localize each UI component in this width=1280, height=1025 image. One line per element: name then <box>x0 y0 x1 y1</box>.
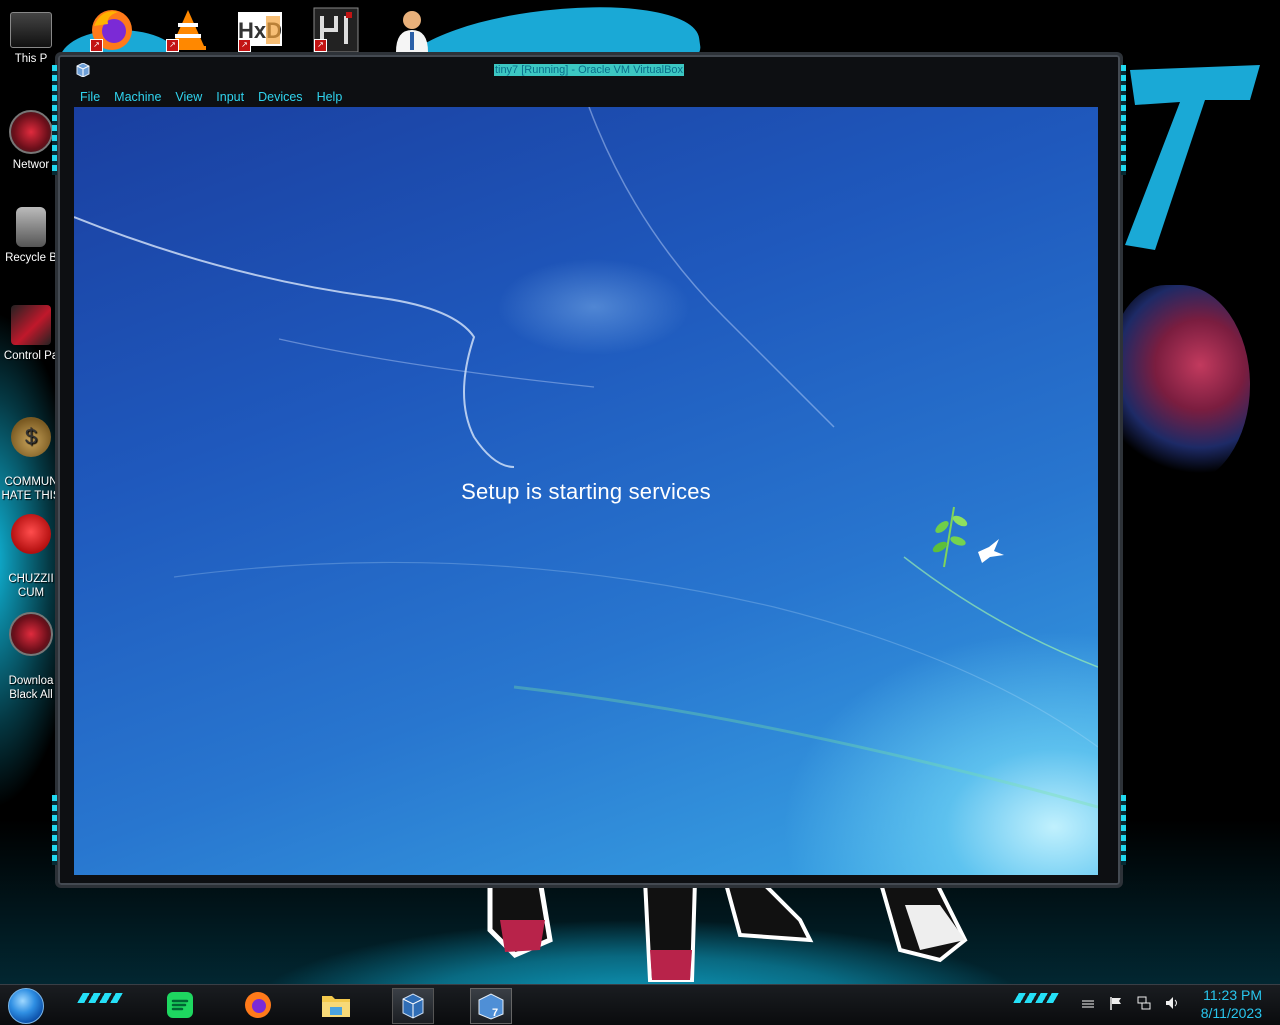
taskbar: 7 11:23 PM 8/11/2023 <box>0 984 1280 1025</box>
desktop-icon-label: Networ <box>12 159 50 171</box>
control-panel-icon <box>11 305 51 345</box>
desktop-icon-label: Downloa Black All <box>8 675 54 701</box>
system-tray <box>1080 995 1180 1011</box>
file-explorer-icon <box>322 996 350 1017</box>
start-button[interactable] <box>8 988 44 1024</box>
recycle-bin-icon <box>16 207 46 247</box>
clock-date: 8/11/2023 <box>1200 1005 1262 1021</box>
shortcut-arrow-icon: ↗ <box>314 39 327 52</box>
menu-bar: File Machine View Input Devices Help <box>71 87 347 107</box>
window-title: tiny7 [Running] - Oracle VM VirtualBox <box>58 61 1120 79</box>
desktop-icon-recycle-bin[interactable]: Recycle B <box>0 207 62 265</box>
shortcut-arrow-icon: ↗ <box>166 39 179 52</box>
this-pc-icon <box>10 12 52 48</box>
desktop-icon-label: Control Pa <box>3 350 59 362</box>
desktop-icon-label: Recycle B <box>5 252 57 264</box>
show-hidden-icons-icon[interactable] <box>1080 995 1096 1011</box>
chuzzle-icon <box>11 514 51 554</box>
desktop-icon-label: This P <box>14 53 48 65</box>
setup-status-message: Setup is starting services <box>461 479 711 504</box>
menu-file[interactable]: File <box>71 87 105 107</box>
desktop-icon-label: CHUZZII CUM <box>8 573 54 599</box>
virtualbox-window: tiny7 [Running] - Oracle VM VirtualBox F… <box>52 52 1126 888</box>
maze-icon[interactable]: ↗ <box>312 6 360 53</box>
taskbar-app-spotify[interactable] <box>160 988 200 1022</box>
menu-devices[interactable]: Devices <box>249 87 307 107</box>
taskbar-app-virtualbox[interactable] <box>392 988 434 1024</box>
wallpaper-legs <box>487 880 968 982</box>
taskbar-clock[interactable]: 11:23 PM 8/11/2023 <box>1201 986 1262 1022</box>
download-icon <box>9 612 53 656</box>
network-icon[interactable] <box>1136 995 1152 1011</box>
desktop-icon-communists[interactable]: $ COMMUN HATE THIS <box>0 403 62 503</box>
leaf-sprig <box>932 506 968 568</box>
spotify-icon <box>167 992 193 1018</box>
menu-machine[interactable]: Machine <box>105 87 166 107</box>
desktop-icon-this-pc[interactable]: This P <box>0 12 62 66</box>
firefox-icon[interactable]: ↗ <box>88 6 136 52</box>
windows7-vm-icon: 7 <box>478 993 504 1020</box>
volume-icon[interactable] <box>1164 995 1180 1011</box>
window-title-text: tiny7 [Running] - Oracle VM VirtualBox <box>493 64 685 76</box>
clock-time: 11:23 PM <box>1203 987 1262 1003</box>
hxd-icon[interactable]: HxD ↗ <box>236 6 284 52</box>
window-frame-decoration <box>1121 65 1126 175</box>
doctor-icon[interactable] <box>388 6 436 52</box>
wallpaper-seven-graphic <box>1125 65 1260 250</box>
window-frame-decoration <box>1121 795 1126 865</box>
firefox-icon <box>245 992 271 1018</box>
desktop-icon-chuzzle[interactable]: CHUZZII CUM <box>0 500 62 600</box>
taskbar-decoration <box>77 993 123 1003</box>
wallpaper-character <box>1110 285 1250 485</box>
taskbar-app-firefox[interactable] <box>238 988 278 1022</box>
shortcut-arrow-icon: ↗ <box>238 39 251 52</box>
vm-display[interactable]: Setup is starting services <box>74 107 1098 875</box>
virtualbox-icon <box>402 993 424 1019</box>
menu-help[interactable]: Help <box>308 87 348 107</box>
desktop-icon-control-panel[interactable]: Control Pa <box>0 305 62 363</box>
svg-text:7: 7 <box>492 1007 498 1019</box>
money-bag-icon: $ <box>11 417 51 457</box>
shortcut-arrow-icon: ↗ <box>90 39 103 52</box>
network-icon <box>9 110 53 154</box>
taskbar-app-windows7-vm[interactable]: 7 <box>470 988 512 1024</box>
menu-input[interactable]: Input <box>207 87 249 107</box>
taskbar-decoration <box>1013 993 1059 1003</box>
menu-view[interactable]: View <box>166 87 207 107</box>
window-frame-decoration <box>52 795 57 865</box>
action-center-flag-icon[interactable] <box>1108 995 1124 1011</box>
desktop-icon-label: COMMUN HATE THIS <box>1 476 61 502</box>
taskbar-app-file-explorer[interactable] <box>316 988 356 1022</box>
desktop-icon-download[interactable]: Downloa Black All <box>0 598 62 702</box>
window-frame-decoration <box>52 65 57 175</box>
vlc-icon[interactable]: ↗ <box>164 6 212 52</box>
dove-icon <box>978 539 1004 563</box>
